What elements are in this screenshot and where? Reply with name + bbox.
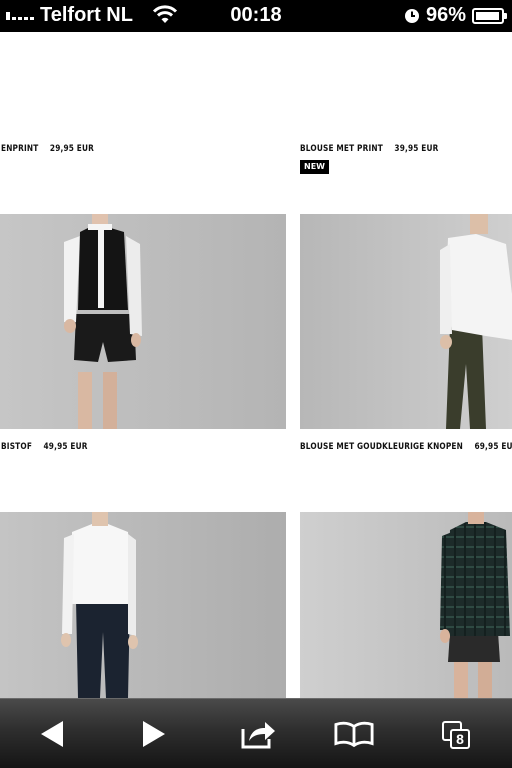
product-image[interactable]	[300, 214, 512, 429]
product-name: BISTOF	[1, 442, 33, 452]
tabs-button[interactable]: 8	[436, 715, 476, 753]
product-grid[interactable]: ENPRINT 29,95 EUR BLOUSE MET PRINT 39,95 E…	[0, 32, 512, 698]
product-price: 29,95 EUR	[49, 144, 95, 154]
product-name: BLOUSE MET PRINT	[300, 144, 383, 154]
product-image[interactable]	[0, 214, 286, 429]
product-price: 39,95 EUR	[394, 144, 439, 154]
status-bar: Telfort NL 00:18 96%	[0, 0, 512, 32]
product-label[interactable]: BISTOF 49,95 EUR	[1, 442, 88, 452]
product-price: 69,95 EUR	[474, 442, 512, 452]
product-label[interactable]: BLOUSE MET GOUDKLEURIGE KNOPEN 69,95 EUR	[300, 442, 512, 452]
product-image[interactable]	[0, 512, 286, 698]
product-name: BLOUSE MET GOUDKLEURIGE KNOPEN	[300, 442, 463, 452]
back-button[interactable]	[32, 715, 72, 753]
status-bar-right: 96%	[404, 4, 507, 27]
bookmarks-book-icon	[334, 721, 374, 748]
battery-icon	[472, 7, 507, 24]
product-image[interactable]	[300, 512, 512, 698]
battery-percentage: 96%	[425, 4, 466, 26]
battery-fill	[476, 11, 500, 20]
product-price: 49,95 EUR	[43, 442, 88, 452]
back-arrow-icon	[41, 721, 63, 747]
product-name: ENPRINT	[1, 144, 39, 154]
browser-toolbar: 8	[0, 698, 512, 768]
forward-button[interactable]	[134, 715, 174, 753]
product-label[interactable]: ENPRINT 29,95 EUR	[1, 144, 94, 154]
share-button[interactable]	[238, 715, 278, 753]
bookmarks-button[interactable]	[334, 715, 374, 753]
alarm-clock-icon	[404, 8, 419, 23]
tab-count: 8	[450, 729, 470, 749]
tabs-icon: 8	[438, 717, 474, 751]
forward-arrow-icon	[143, 721, 165, 747]
share-icon	[241, 722, 275, 749]
product-label[interactable]: BLOUSE MET PRINT 39,95 EUR	[300, 144, 439, 154]
new-badge: NEW	[300, 160, 329, 174]
